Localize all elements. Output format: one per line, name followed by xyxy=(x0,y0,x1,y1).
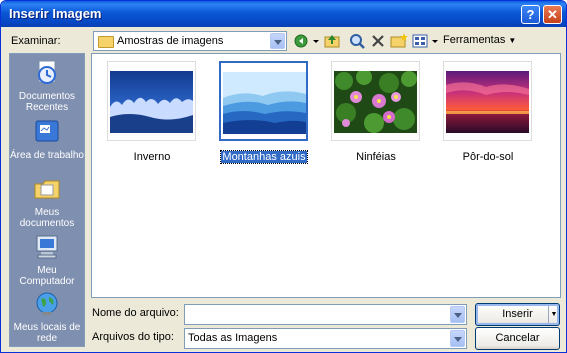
file-name[interactable]: Pôr-do-sol xyxy=(433,151,543,163)
look-in-value: Amostras de imagens xyxy=(117,35,224,47)
place-desktop[interactable]: Área de trabalho xyxy=(10,119,84,161)
search-web-icon[interactable] xyxy=(348,32,366,50)
file-name[interactable]: Inverno xyxy=(97,151,207,163)
new-folder-icon[interactable] xyxy=(390,32,408,50)
filetype-select[interactable]: Todas as Imagens xyxy=(184,328,467,349)
close-button[interactable]: ✕ xyxy=(543,5,562,24)
look-in-label: Examinar: xyxy=(11,35,61,47)
insert-image-dialog: Inserir Imagem ? ✕ Examinar: Amostras de… xyxy=(0,0,567,353)
file-name[interactable]: Ninféias xyxy=(321,151,431,163)
delete-icon[interactable] xyxy=(370,32,386,50)
file-name-selected[interactable]: Montanhas azuis xyxy=(220,150,308,164)
filename-input[interactable] xyxy=(184,304,467,325)
chevron-down-icon[interactable] xyxy=(270,33,285,49)
window-title: Inserir Imagem xyxy=(9,6,102,21)
recent-documents-icon xyxy=(38,60,56,84)
water-lilies-image xyxy=(334,71,417,133)
file-thumbnail-inverno[interactable] xyxy=(107,61,196,141)
chevron-down-icon: ▼ xyxy=(508,36,517,45)
tools-menu-label: Ferramentas xyxy=(443,34,506,46)
place-my-computer[interactable]: Meu Computador xyxy=(10,234,84,287)
filename-label: Nome do arquivo: xyxy=(92,307,179,319)
cancel-button[interactable]: Cancelar xyxy=(475,327,560,350)
help-button[interactable]: ? xyxy=(521,5,540,24)
insert-dropdown-icon[interactable]: ▼ xyxy=(548,306,559,323)
network-icon xyxy=(36,292,58,315)
file-list[interactable]: Inverno Montanhas azuis Ninféias Pôr-do-… xyxy=(91,53,561,298)
places-bar: Documentos Recentes Área de trabalho Meu… xyxy=(9,53,85,347)
place-label: Meus locais de rede xyxy=(13,322,81,344)
filetype-value: Todas as Imagens xyxy=(188,332,278,344)
place-my-network[interactable]: Meus locais de rede xyxy=(10,291,84,344)
place-label: Meu Computador xyxy=(19,265,75,287)
place-label: Documentos Recentes xyxy=(18,91,76,113)
place-recent-documents[interactable]: Documentos Recentes xyxy=(10,60,84,113)
chevron-down-icon[interactable] xyxy=(450,330,465,347)
file-thumbnail-montanhas[interactable] xyxy=(219,61,308,141)
my-documents-icon xyxy=(34,180,60,199)
back-button[interactable] xyxy=(293,32,321,50)
my-computer-icon xyxy=(36,235,58,259)
look-in-combo[interactable]: Amostras de imagens xyxy=(93,31,287,51)
up-folder-icon[interactable] xyxy=(323,32,341,50)
insert-button[interactable]: Inserir ▼ xyxy=(475,303,560,326)
file-thumbnail-ninfeias[interactable] xyxy=(331,61,420,141)
title-bar[interactable]: Inserir Imagem ? ✕ xyxy=(1,1,566,27)
blue-mountains-image xyxy=(223,72,306,134)
cancel-button-label: Cancelar xyxy=(495,332,540,344)
folder-icon xyxy=(98,36,114,48)
insert-button-label: Inserir xyxy=(502,308,533,320)
desktop-icon xyxy=(35,120,59,142)
file-thumbnail-por-do-sol[interactable] xyxy=(443,61,532,141)
tools-menu[interactable]: Ferramentas ▼ xyxy=(443,34,516,46)
chevron-down-icon[interactable] xyxy=(450,306,465,323)
place-label: Área de trabalho xyxy=(10,150,84,161)
winter-image xyxy=(110,71,193,133)
place-my-documents[interactable]: Meus documentos xyxy=(10,176,84,229)
filetype-label: Arquivos do tipo: xyxy=(92,331,174,343)
place-label: Meus documentos xyxy=(19,207,75,229)
views-icon[interactable] xyxy=(411,32,441,50)
sunset-image xyxy=(446,71,529,133)
